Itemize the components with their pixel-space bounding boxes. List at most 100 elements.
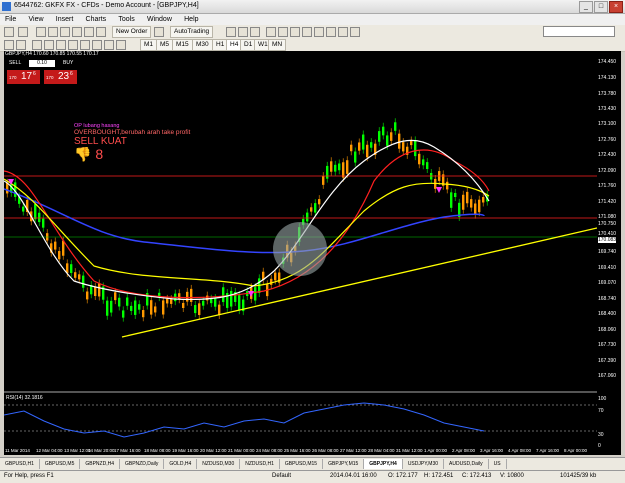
data-window-icon[interactable] xyxy=(48,27,58,37)
navigator-toggle-icon[interactable] xyxy=(96,27,106,37)
lot-size-input[interactable]: 0.10 xyxy=(29,60,55,67)
indicators-icon[interactable] xyxy=(326,27,336,37)
trendline-icon[interactable] xyxy=(56,40,66,50)
profiles-icon[interactable] xyxy=(18,27,28,37)
menu-tools[interactable]: Tools xyxy=(113,14,139,25)
tf-mn[interactable]: MN xyxy=(268,39,287,51)
tab-gbpjpy-h4[interactable]: GBPJPY,H4 xyxy=(364,459,403,469)
price-axis[interactable]: 174.450 174.130 173.780 173.430 173.100 … xyxy=(597,51,621,449)
tf-m30[interactable]: M30 xyxy=(192,39,213,51)
channel-icon[interactable] xyxy=(68,40,78,50)
time-tick: 13 Mar 12:00 xyxy=(64,448,91,453)
new-order-button[interactable]: New Order xyxy=(112,26,152,38)
search-input[interactable] xyxy=(543,26,615,37)
fibonacci-icon[interactable] xyxy=(80,40,90,50)
sell-button[interactable]: 170 17 6 xyxy=(7,70,40,84)
sell-price: 17 xyxy=(21,71,33,82)
tf-m1[interactable]: M1 xyxy=(140,39,158,51)
candle-body xyxy=(114,292,117,301)
current-price-tag: 170.083 xyxy=(598,237,617,243)
sell-price-sup: 6 xyxy=(33,71,36,77)
zoom-in-icon[interactable] xyxy=(266,27,276,37)
chart-shift-icon[interactable] xyxy=(314,27,324,37)
menu-insert[interactable]: Insert xyxy=(51,14,79,25)
tab-gbpnzd-h4[interactable]: GBPNZD,H4 xyxy=(80,459,120,469)
ma-fast-line xyxy=(3,139,490,301)
menu-help[interactable]: Help xyxy=(179,14,203,25)
price-tick: 172.430 xyxy=(598,152,617,158)
tab-gbpusd-m15[interactable]: GBPUSD,M15 xyxy=(280,459,324,469)
strategy-tester-icon[interactable] xyxy=(84,27,94,37)
buy-button[interactable]: 170 23 6 xyxy=(44,70,77,84)
candle-body xyxy=(170,299,173,304)
candlestick-icon[interactable] xyxy=(238,27,248,37)
sell-price-prefix: 170 xyxy=(9,75,17,80)
candle-body xyxy=(98,283,101,297)
price-chart[interactable] xyxy=(3,51,598,391)
text-icon[interactable] xyxy=(92,40,102,50)
periods-icon[interactable] xyxy=(338,27,348,37)
zoom-out-icon[interactable] xyxy=(278,27,288,37)
candle-body xyxy=(230,290,233,307)
tf-m15[interactable]: M15 xyxy=(172,39,193,51)
menu-file[interactable]: File xyxy=(0,14,21,25)
rsi-window[interactable]: RSI(14) 32.1816 xyxy=(3,393,597,447)
time-axis[interactable]: 11 Mar 2014 12 Mar 04:00 13 Mar 12:00 14… xyxy=(4,447,621,455)
status-traffic: 101425/39 kb xyxy=(560,473,597,479)
price-tick: 174.130 xyxy=(598,75,617,81)
annotation-line2: OVERBOUGHT,berubah arah take profit xyxy=(74,129,191,136)
tf-m5[interactable]: M5 xyxy=(156,39,174,51)
buy-price: 23 xyxy=(58,71,70,82)
candle-body xyxy=(346,160,349,174)
terminal-icon[interactable] xyxy=(72,27,82,37)
candle-body xyxy=(206,295,209,301)
close-button[interactable]: × xyxy=(609,1,623,13)
autotrading-button[interactable]: AutoTrading xyxy=(170,26,214,38)
time-tick: 27 Mar 12:00 xyxy=(340,448,367,453)
tab-gold-h4[interactable]: GOLD,H4 xyxy=(164,459,198,469)
templates-icon[interactable] xyxy=(350,27,360,37)
menu-window[interactable]: Window xyxy=(142,14,177,25)
scroll-icon[interactable] xyxy=(302,27,312,37)
maximize-button[interactable]: □ xyxy=(594,1,608,13)
candle-body xyxy=(314,203,317,213)
candle-body xyxy=(358,142,361,151)
candle-body xyxy=(202,300,205,306)
candle-body xyxy=(322,176,325,185)
meta-editor-icon[interactable] xyxy=(154,27,164,37)
tab-nzdusd-h1[interactable]: NZDUSD,H1 xyxy=(240,459,280,469)
tile-windows-icon[interactable] xyxy=(290,27,300,37)
candle-body xyxy=(382,126,385,136)
rsi-tick: 30 xyxy=(598,432,604,438)
menu-view[interactable]: View xyxy=(24,14,49,25)
candle-body xyxy=(254,287,257,301)
candle-body xyxy=(162,300,165,315)
minimize-button[interactable]: _ xyxy=(579,1,593,13)
tab-gbpusd-h1[interactable]: GBPUSD,H1 xyxy=(0,459,40,469)
market-watch-icon[interactable] xyxy=(36,27,46,37)
navigator-icon[interactable] xyxy=(60,27,70,37)
price-tick: 173.430 xyxy=(598,106,617,112)
signal-annotation: OP lubang hasang OVERBOUGHT,berubah arah… xyxy=(74,123,190,161)
crosshair-icon[interactable] xyxy=(16,40,26,50)
vertical-line-icon[interactable] xyxy=(32,40,42,50)
tab-gbpjpy-m15[interactable]: GBPJPY,M15 xyxy=(323,459,365,469)
menu-charts[interactable]: Charts xyxy=(81,14,112,25)
tab-us[interactable]: US xyxy=(489,459,507,469)
cursor-icon[interactable] xyxy=(4,40,14,50)
arrows-icon[interactable] xyxy=(116,40,126,50)
buy-label: BUY xyxy=(63,60,74,66)
label-icon[interactable] xyxy=(104,40,114,50)
tab-usdjpy-m30[interactable]: USDJPY,M30 xyxy=(403,459,445,469)
tab-gbpusd-m5[interactable]: GBPUSD,M5 xyxy=(40,459,81,469)
sell-label: SELL xyxy=(9,60,22,66)
line-chart-icon[interactable] xyxy=(250,27,260,37)
horizontal-line-icon[interactable] xyxy=(44,40,54,50)
bar-chart-icon[interactable] xyxy=(226,27,236,37)
tab-audusd-daily[interactable]: AUDUSD,Daily xyxy=(444,459,489,469)
candle-body xyxy=(366,144,369,158)
tab-gbpnzd-daily[interactable]: GBPNZD,Daily xyxy=(120,459,165,469)
tab-nzdusd-m30[interactable]: NZDUSD,M30 xyxy=(197,459,241,469)
new-chart-icon[interactable] xyxy=(4,27,14,37)
candle-body xyxy=(58,251,61,260)
